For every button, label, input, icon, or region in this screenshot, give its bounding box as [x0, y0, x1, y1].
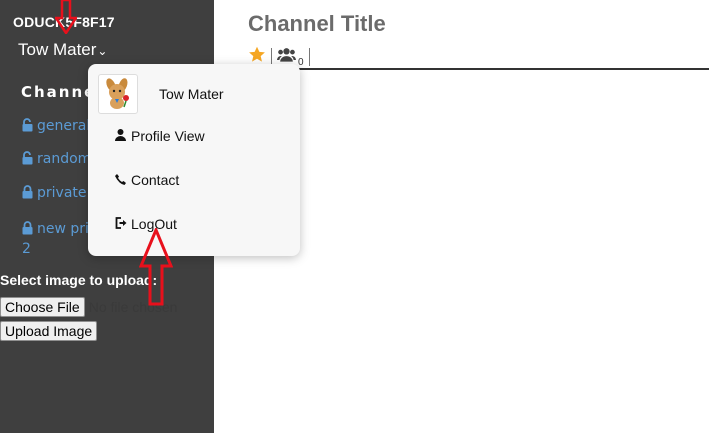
channel-label-suffix: 2 [22, 241, 31, 257]
upload-label: Select image to upload: [0, 272, 158, 288]
channel-label: general [37, 118, 91, 134]
choose-file-button[interactable]: Choose File [0, 297, 85, 317]
lock-open-icon [22, 118, 33, 134]
divider [308, 48, 310, 66]
dropdown-user-name: Tow Mater [159, 86, 224, 102]
upload-image-button[interactable]: Upload Image [0, 321, 98, 341]
lock-icon [22, 219, 33, 239]
logout-icon [115, 216, 127, 232]
user-icon [115, 128, 127, 144]
channel-label: private [37, 185, 87, 201]
contact-menu-item[interactable]: Contact [115, 172, 179, 188]
menu-item-label: Profile View [131, 128, 205, 144]
channel-item-private[interactable]: private [22, 185, 87, 201]
member-count: 0 [298, 56, 304, 68]
channel-label: random [37, 151, 92, 167]
lock-open-icon [22, 151, 33, 167]
profile-view-menu-item[interactable]: Profile View [115, 128, 205, 144]
channel-title: Channel Title [248, 11, 386, 36]
user-menu-toggle[interactable]: Tow Mater⌄ [18, 40, 107, 60]
menu-item-label: Contact [131, 172, 180, 188]
user-name: Tow Mater [18, 40, 97, 59]
annotation-arrow-down-icon [55, 0, 77, 34]
annotation-arrow-up-icon [139, 228, 173, 306]
header-divider [248, 68, 709, 70]
phone-icon [115, 172, 127, 188]
dropdown-header: Tow Mater [98, 74, 224, 114]
channel-item-general[interactable]: general [22, 118, 90, 134]
avatar [98, 74, 138, 114]
lock-icon [22, 185, 33, 201]
channel-item-random[interactable]: random [22, 151, 91, 167]
user-dropdown-menu: Tow Mater Profile View Contact LogOut [88, 64, 300, 256]
chevron-down-icon: ⌄ [97, 44, 108, 58]
